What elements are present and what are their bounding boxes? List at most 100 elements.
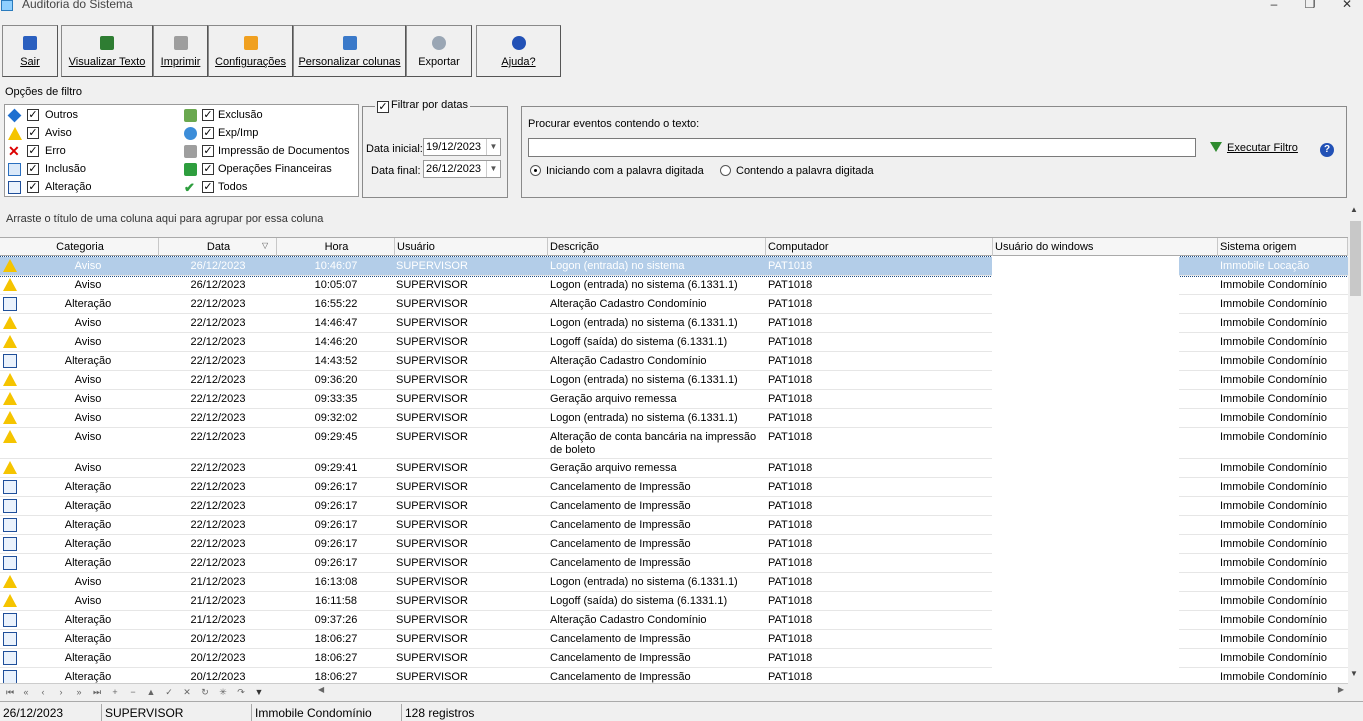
- filtrar-datas-checkbox[interactable]: ✓: [377, 101, 389, 113]
- cell-sistema-origem: Immobile Condomínio: [1220, 614, 1327, 626]
- close-button[interactable]: ✕: [1339, 0, 1355, 11]
- delete-record-icon[interactable]: −: [125, 685, 141, 699]
- expimp-checkbox[interactable]: ✓: [202, 127, 214, 139]
- last-record-icon[interactable]: ⏭: [89, 685, 105, 699]
- col-header-categoria[interactable]: Categoria: [0, 238, 159, 256]
- col-header-descricao[interactable]: Descrição: [548, 238, 766, 256]
- impressao-checkbox[interactable]: ✓: [202, 145, 214, 157]
- vertical-scrollbar[interactable]: ▲ ▼: [1348, 203, 1363, 683]
- scroll-right-icon[interactable]: ▶: [1338, 685, 1344, 694]
- restore-button[interactable]: ❐: [1302, 0, 1318, 11]
- edit-record-icon[interactable]: ▲: [143, 685, 159, 699]
- alteracao-checkbox[interactable]: ✓: [27, 181, 39, 193]
- cell-categoria: Alteração: [64, 538, 112, 550]
- inclusao-label: Inclusão: [45, 163, 86, 175]
- cell-sistema-origem: Immobile Condomínio: [1220, 652, 1327, 664]
- cell-computador: PAT1018: [768, 576, 813, 588]
- scroll-up-icon[interactable]: ▲: [1350, 205, 1358, 214]
- operacoes-label: Operações Financeiras: [218, 163, 332, 175]
- exclusao-checkbox[interactable]: ✓: [202, 109, 214, 121]
- cell-sistema-origem: Immobile Condomínio: [1220, 481, 1327, 493]
- cell-sistema-origem: Immobile Locação: [1220, 260, 1310, 272]
- scroll-thumb[interactable]: [1350, 221, 1361, 296]
- sair-button[interactable]: Sair: [2, 25, 58, 77]
- outros-checkbox[interactable]: ✓: [27, 109, 39, 121]
- globe-icon: [184, 127, 197, 140]
- radio-starts-with[interactable]: Iniciando com a palavra digitada: [530, 165, 704, 177]
- cell-descricao: Cancelamento de Impressão: [550, 481, 691, 493]
- col-header-usuario[interactable]: Usuário: [395, 238, 548, 256]
- scroll-down-icon[interactable]: ▼: [1350, 669, 1358, 678]
- radio-contains[interactable]: Contendo a palavra digitada: [720, 165, 874, 177]
- erro-label: Erro: [45, 145, 66, 157]
- prev-record-icon[interactable]: ‹: [35, 685, 51, 699]
- cell-usuario: SUPERVISOR: [396, 260, 468, 272]
- cell-descricao: Alteração Cadastro Condomínio: [550, 614, 707, 626]
- next-record-icon[interactable]: ›: [53, 685, 69, 699]
- minimize-button[interactable]: –: [1266, 0, 1282, 11]
- aviso-checkbox[interactable]: ✓: [27, 127, 39, 139]
- cell-usuario: SUPERVISOR: [396, 633, 468, 645]
- first-record-icon[interactable]: ⏮: [2, 685, 18, 699]
- dropdown-arrow-icon[interactable]: ▼: [486, 139, 500, 155]
- cell-hora: 09:32:02: [314, 412, 358, 424]
- col-header-hora[interactable]: Hora: [277, 238, 395, 256]
- col-header-computador[interactable]: Computador: [766, 238, 993, 256]
- cell-computador: PAT1018: [768, 462, 813, 474]
- personalizar-colunas-button[interactable]: Personalizar colunas: [293, 25, 406, 77]
- imprimir-button[interactable]: Imprimir: [153, 25, 208, 77]
- help-icon[interactable]: ?: [1320, 143, 1334, 157]
- status-system: Immobile Condomínio: [251, 704, 372, 721]
- cell-data: 21/12/2023: [190, 614, 246, 626]
- grid-header: Categoria Data ▽ Hora Usuário Descrição …: [0, 238, 1348, 256]
- cancel-record-icon[interactable]: ✕: [179, 685, 195, 699]
- search-input[interactable]: [528, 138, 1196, 157]
- exportar-button[interactable]: Exportar: [406, 25, 472, 77]
- configuracoes-button[interactable]: Configurações: [208, 25, 293, 77]
- horizontal-scrollbar[interactable]: ◀ ▶: [318, 685, 1346, 697]
- start-date-field[interactable]: 19/12/2023 ▼: [423, 138, 501, 156]
- cell-descricao: Alteração Cadastro Condomínio: [550, 298, 707, 310]
- alteracao-label: Alteração: [45, 181, 92, 193]
- inclusao-checkbox[interactable]: ✓: [27, 163, 39, 175]
- cell-categoria: Aviso: [74, 431, 102, 443]
- scroll-left-icon[interactable]: ◀: [318, 685, 324, 694]
- col-header-data[interactable]: Data: [159, 238, 277, 256]
- dropdown-arrow-icon[interactable]: ▼: [486, 161, 500, 177]
- cell-usuario: SUPERVISOR: [396, 652, 468, 664]
- cell-sistema-origem: Immobile Condomínio: [1220, 557, 1327, 569]
- cell-computador: PAT1018: [768, 595, 813, 607]
- cell-hora: 18:06:27: [314, 633, 358, 645]
- post-record-icon[interactable]: ✓: [161, 685, 177, 699]
- ajuda-button[interactable]: Ajuda?: [476, 25, 561, 77]
- cell-computador: PAT1018: [768, 279, 813, 291]
- cell-usuario: SUPERVISOR: [396, 538, 468, 550]
- end-date-value: 26/12/2023: [426, 163, 482, 175]
- prev-page-icon[interactable]: «: [18, 685, 34, 699]
- cell-sistema-origem: Immobile Condomínio: [1220, 317, 1327, 329]
- cell-descricao: Alteração Cadastro Condomínio: [550, 355, 707, 367]
- todos-checkbox[interactable]: ✓: [202, 181, 214, 193]
- cell-hora: 14:46:20: [314, 336, 358, 348]
- next-page-icon[interactable]: »: [71, 685, 87, 699]
- date-filter-legend[interactable]: ✓ Filtrar por datas: [375, 99, 471, 113]
- cell-hora: 09:36:20: [314, 374, 358, 386]
- col-header-usuario-windows[interactable]: Usuário do windows: [993, 238, 1218, 256]
- title-bar: Auditoria do Sistema – ❐ ✕: [0, 0, 1363, 14]
- execute-filter-button[interactable]: Executar Filtro: [1210, 142, 1298, 154]
- col-header-sistema-origem[interactable]: Sistema origem: [1218, 238, 1348, 256]
- insert-record-icon[interactable]: +: [107, 685, 123, 699]
- operacoes-checkbox[interactable]: ✓: [202, 163, 214, 175]
- bookmark-icon[interactable]: ✳: [215, 685, 231, 699]
- goto-bookmark-icon[interactable]: ↷: [233, 685, 249, 699]
- visualizar-texto-button[interactable]: Visualizar Texto: [61, 25, 153, 77]
- end-date-field[interactable]: 26/12/2023 ▼: [423, 160, 501, 178]
- erro-checkbox[interactable]: ✓: [27, 145, 39, 157]
- cell-data: 22/12/2023: [190, 374, 246, 386]
- cell-hora: 16:13:08: [314, 576, 358, 588]
- group-by-hint: Arraste o título de uma coluna aqui para…: [6, 213, 324, 225]
- refresh-icon[interactable]: ↻: [197, 685, 213, 699]
- cell-usuario: SUPERVISOR: [396, 500, 468, 512]
- filter-icon[interactable]: ▼: [251, 685, 267, 699]
- settings-icon: [243, 36, 258, 50]
